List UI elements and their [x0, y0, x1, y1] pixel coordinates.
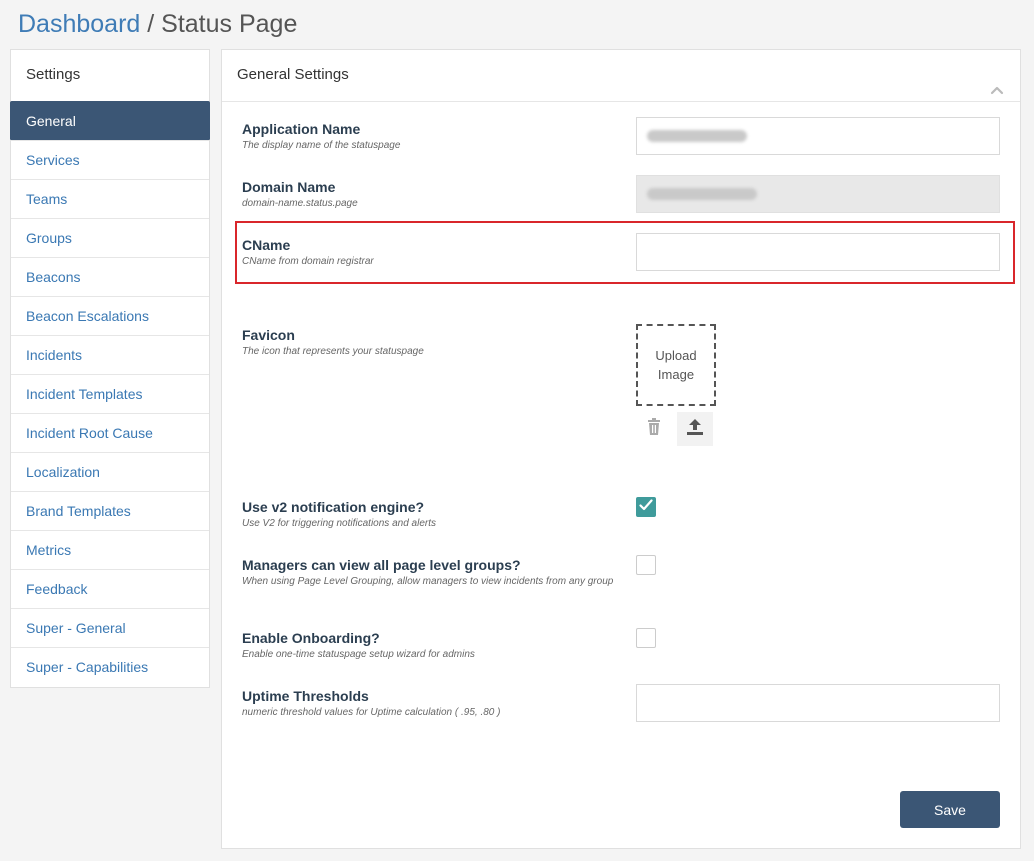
sidebar-item-super-capabilities[interactable]: Super - Capabilities — [11, 648, 209, 687]
upload-image-dropzone[interactable]: Upload Image — [636, 324, 716, 406]
sidebar-item-metrics[interactable]: Metrics — [11, 531, 209, 570]
favicon-label: Favicon — [242, 327, 295, 343]
onboarding-label: Enable Onboarding? — [242, 630, 380, 646]
sidebar-item-brand-templates[interactable]: Brand Templates — [11, 492, 209, 531]
chevron-up-icon[interactable] — [990, 68, 1004, 95]
sidebar-item-incidents[interactable]: Incidents — [11, 336, 209, 375]
v2-engine-label: Use v2 notification engine? — [242, 499, 425, 515]
breadcrumb-dashboard-link[interactable]: Dashboard — [18, 10, 140, 38]
breadcrumb-separator: / — [140, 10, 162, 38]
trash-icon — [646, 417, 662, 441]
sidebar-item-groups[interactable]: Groups — [11, 219, 209, 258]
domain-name-help: domain-name.status.page — [242, 198, 358, 209]
onboarding-checkbox[interactable] — [636, 628, 656, 648]
domain-name-input — [636, 175, 1000, 213]
favicon-help: The icon that represents your statuspage — [242, 346, 424, 357]
breadcrumb: Dashboard / Status Page — [18, 8, 297, 40]
v2-engine-checkbox[interactable] — [636, 497, 656, 517]
cname-help: CName from domain registrar — [242, 256, 374, 267]
upload-image-label: Upload Image — [655, 348, 697, 382]
sidebar-item-beacons[interactable]: Beacons — [11, 258, 209, 297]
v2-engine-help: Use V2 for triggering notifications and … — [242, 518, 436, 529]
cname-field: CName CName from domain registrar — [242, 236, 374, 269]
domain-name-label: Domain Name — [242, 179, 336, 195]
sidebar-item-services[interactable]: Services — [11, 141, 209, 180]
cname-label: CName — [242, 237, 291, 253]
delete-favicon-button[interactable] — [636, 412, 672, 446]
redacted-value — [647, 188, 757, 200]
check-icon — [639, 498, 653, 516]
sidebar-item-localization[interactable]: Localization — [11, 453, 209, 492]
panel-title: General Settings — [237, 66, 349, 83]
uptime-thresholds-input[interactable] — [636, 684, 1000, 722]
panel-header: General Settings — [222, 50, 1020, 102]
sidebar-header: Settings — [11, 50, 209, 102]
managers-view-label: Managers can view all page level groups? — [242, 557, 521, 573]
sidebar-item-super-general[interactable]: Super - General — [11, 609, 209, 648]
general-settings-panel: General Settings Application Name The di… — [221, 49, 1021, 849]
application-name-help: The display name of the statuspage — [242, 140, 401, 151]
settings-sidebar: Settings General Services Teams Groups B… — [10, 49, 210, 688]
redacted-value — [647, 130, 747, 142]
upload-favicon-button[interactable] — [677, 412, 713, 446]
sidebar-item-general[interactable]: General — [10, 101, 210, 141]
sidebar-item-incident-root-cause[interactable]: Incident Root Cause — [11, 414, 209, 453]
managers-view-help: When using Page Level Grouping, allow ma… — [242, 576, 614, 587]
domain-name-field: Domain Name domain-name.status.page — [242, 178, 358, 211]
application-name-input[interactable] — [636, 117, 1000, 155]
v2-engine-field: Use v2 notification engine? Use V2 for t… — [242, 498, 436, 531]
cname-input[interactable] — [636, 233, 1000, 271]
sidebar-item-incident-templates[interactable]: Incident Templates — [11, 375, 209, 414]
save-button[interactable]: Save — [900, 791, 1000, 828]
application-name-field: Application Name The display name of the… — [242, 120, 400, 153]
upload-icon — [686, 418, 704, 441]
breadcrumb-current: Status Page — [161, 10, 298, 38]
sidebar-item-teams[interactable]: Teams — [11, 180, 209, 219]
sidebar-item-feedback[interactable]: Feedback — [11, 570, 209, 609]
sidebar-item-beacon-escalations[interactable]: Beacon Escalations — [11, 297, 209, 336]
application-name-label: Application Name — [242, 121, 361, 137]
uptime-thresholds-label: Uptime Thresholds — [242, 688, 369, 704]
onboarding-field: Enable Onboarding? Enable one-time statu… — [242, 629, 475, 662]
uptime-thresholds-field: Uptime Thresholds numeric threshold valu… — [242, 687, 500, 720]
favicon-field: Favicon The icon that represents your st… — [242, 326, 424, 359]
uptime-thresholds-help: numeric threshold values for Uptime calc… — [242, 707, 501, 718]
managers-view-field: Managers can view all page level groups?… — [242, 556, 622, 589]
onboarding-help: Enable one-time statuspage setup wizard … — [242, 649, 475, 660]
managers-view-checkbox[interactable] — [636, 555, 656, 575]
